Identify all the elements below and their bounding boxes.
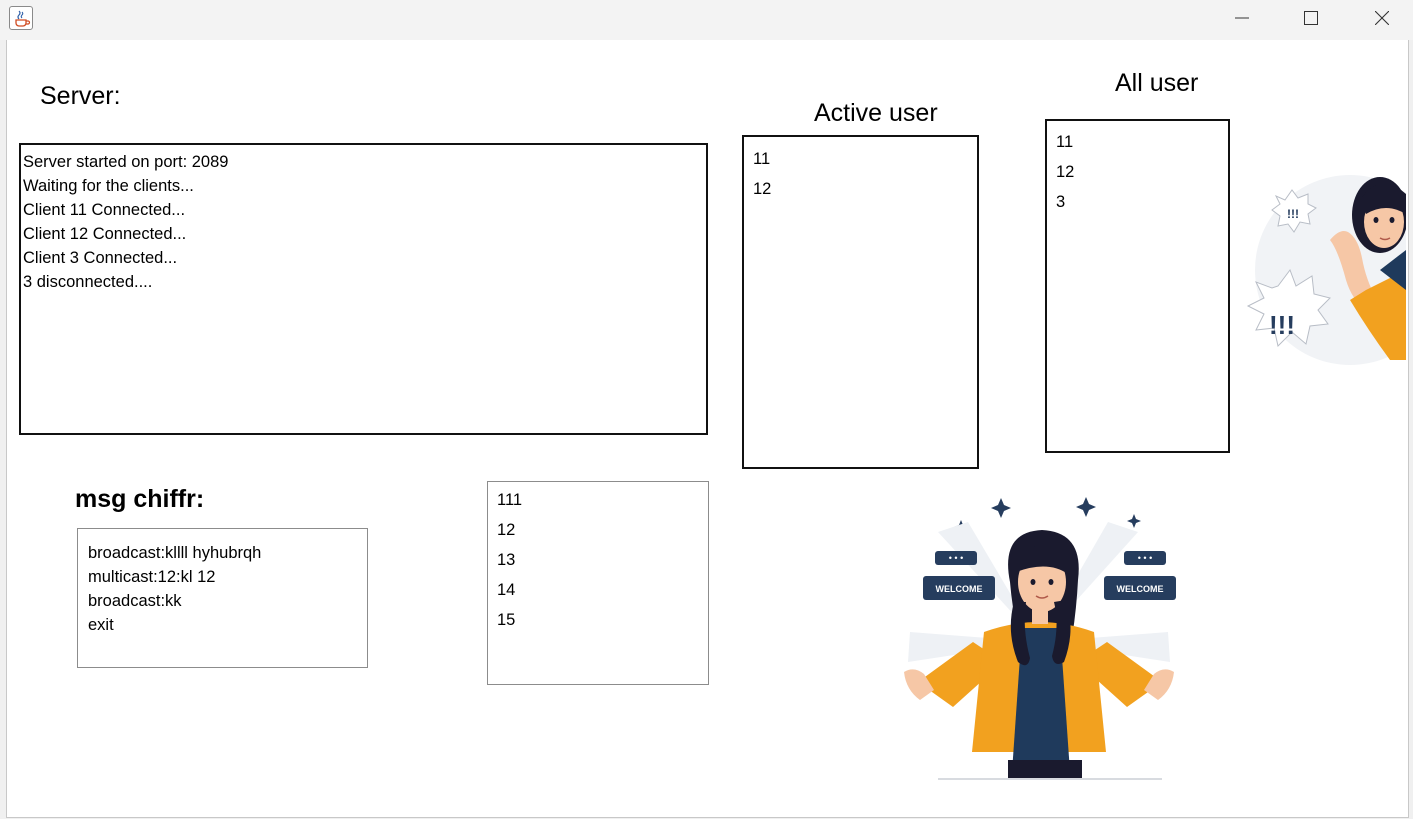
message-line: broadcast:kk <box>88 592 182 610</box>
welcome-woman-illustration: • • • • • • WELCOME WELCOME <box>904 497 1176 780</box>
list-item[interactable]: 12 <box>497 515 699 545</box>
list-item[interactable]: 13 <box>497 545 699 575</box>
close-button[interactable] <box>1359 0 1405 36</box>
svg-text:• • •: • • • <box>1138 553 1152 563</box>
active-user-list[interactable]: 11 12 <box>742 135 979 469</box>
list-item[interactable]: 12 <box>753 174 968 204</box>
all-user-list[interactable]: 11 12 3 <box>1045 119 1230 453</box>
log-line: Server started on port: 2089 <box>23 153 229 171</box>
log-line: Client 11 Connected... <box>23 201 186 219</box>
maximize-icon <box>1304 11 1318 25</box>
message-line: exit <box>88 616 114 634</box>
log-line: Client 3 Connected... <box>23 249 178 267</box>
list-item[interactable]: 12 <box>1056 157 1219 187</box>
maximize-button[interactable] <box>1288 0 1334 36</box>
welcome-sign-left: WELCOME <box>923 576 995 600</box>
message-line: broadcast:kllll hyhubrqh <box>88 544 262 562</box>
list-item[interactable]: 11 <box>1056 127 1219 157</box>
welcome-sign-right: WELCOME <box>1104 576 1176 600</box>
list-item[interactable]: 3 <box>1056 187 1219 217</box>
list-item[interactable]: 15 <box>497 605 699 635</box>
msg-cipher-area[interactable]: broadcast:kllll hyhubrqh multicast:12:kl… <box>77 528 368 668</box>
bubble-large-text: !!! <box>1269 310 1295 340</box>
message-line: multicast:12:kl 12 <box>88 568 216 586</box>
list-item[interactable]: 11 <box>753 144 968 174</box>
number-list[interactable]: 111 12 13 14 15 <box>487 481 709 685</box>
msg-cipher-label: msg chiffr: <box>75 485 205 513</box>
server-label: Server: <box>40 82 121 110</box>
log-line: 3 disconnected.... <box>23 273 153 291</box>
minimize-button[interactable] <box>1219 0 1265 36</box>
active-user-label: Active user <box>814 99 938 127</box>
list-item[interactable]: 111 <box>497 485 699 515</box>
log-line: Waiting for the clients... <box>23 177 194 195</box>
svg-text:• • •: • • • <box>949 553 963 563</box>
list-item[interactable]: 14 <box>497 575 699 605</box>
minimize-icon <box>1235 17 1249 19</box>
peeking-woman-illustration: !!! !!! <box>1246 175 1406 365</box>
welcome-sign-right-text: WELCOME <box>1117 584 1164 594</box>
close-icon <box>1375 11 1389 25</box>
server-log-area[interactable]: Server started on port: 2089 Waiting for… <box>19 143 708 435</box>
all-user-label: All user <box>1115 69 1199 97</box>
title-bar <box>0 0 1413 40</box>
log-line: Client 12 Connected... <box>23 225 187 243</box>
java-app-icon <box>9 6 33 30</box>
welcome-sign-left-text: WELCOME <box>936 584 983 594</box>
bubble-small-text: !!! <box>1287 207 1299 221</box>
